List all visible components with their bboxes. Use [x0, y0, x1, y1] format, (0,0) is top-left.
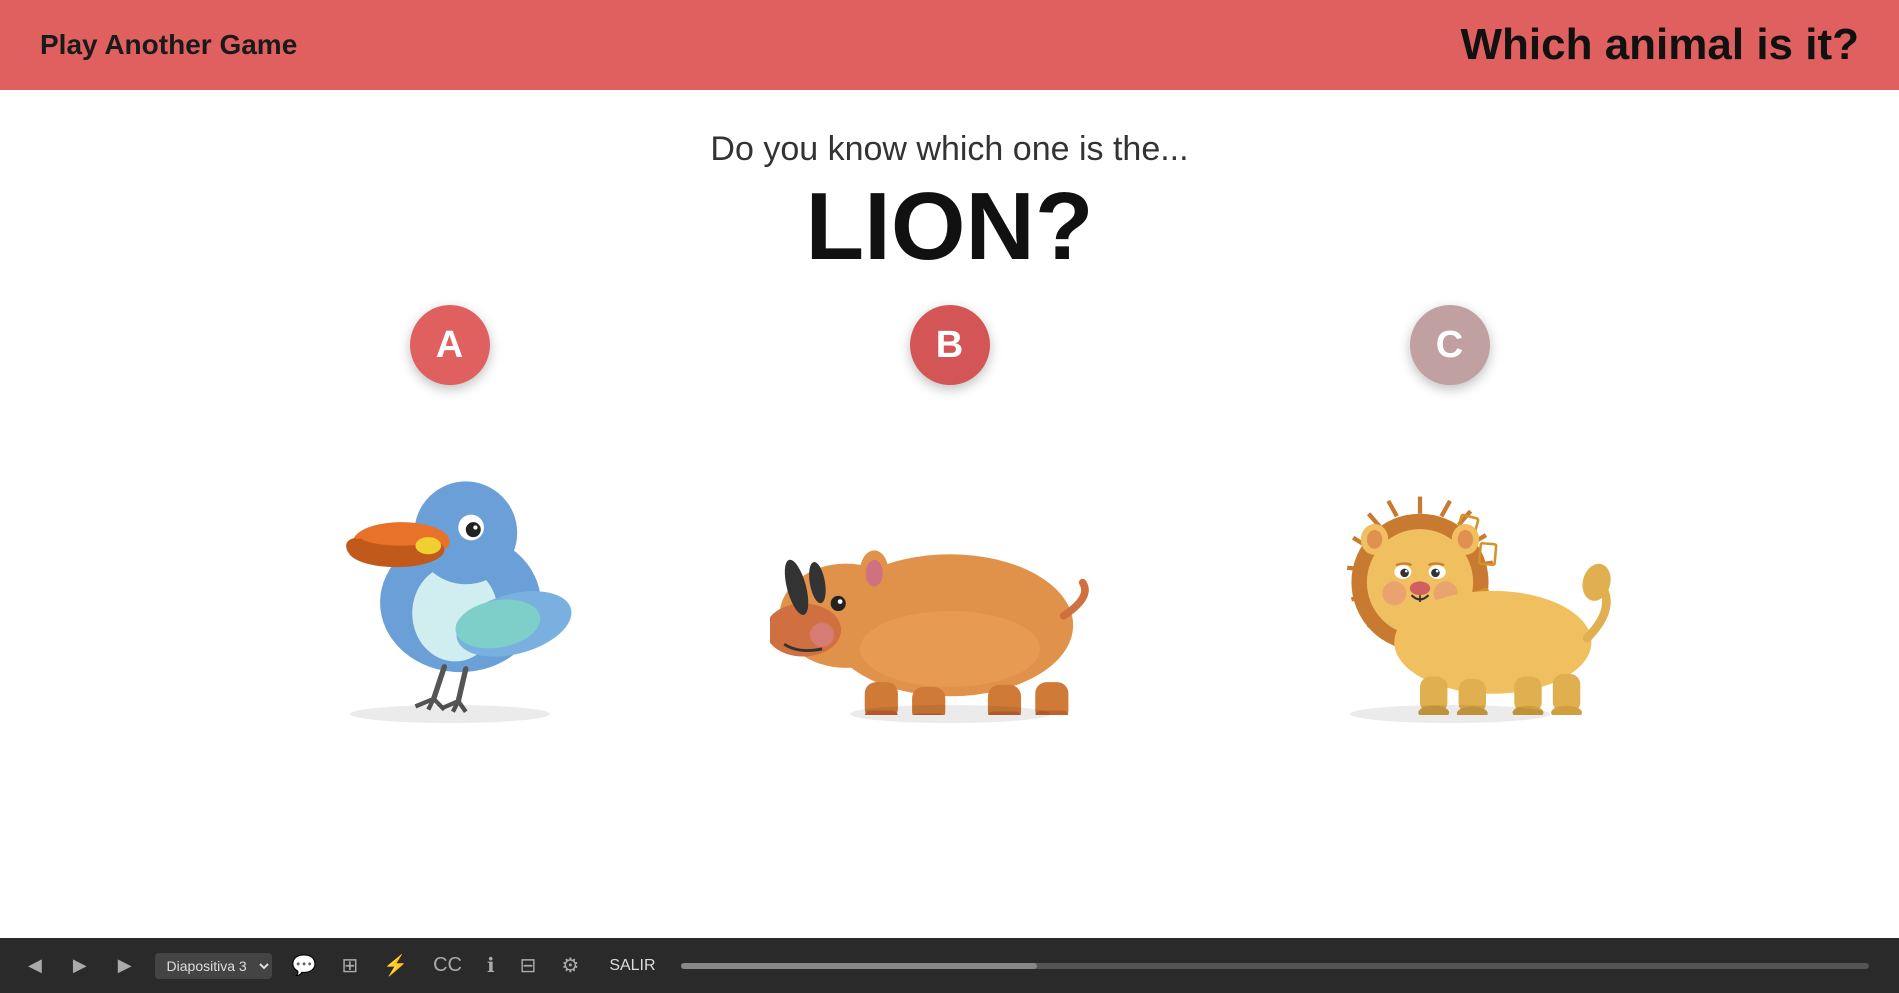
salir-button[interactable]: SALIR [609, 957, 655, 975]
caption-icon[interactable]: CC [428, 954, 467, 977]
badge-a: A [410, 305, 490, 385]
question-animal: LION? [806, 179, 1094, 275]
animal-rhino [760, 395, 1140, 715]
play-button[interactable]: ▶ [65, 951, 95, 980]
settings-icon[interactable]: ⚙ [556, 953, 584, 978]
slide-selector[interactable]: Diapositiva 3 [155, 953, 272, 979]
next-button[interactable]: ▶ [110, 951, 140, 980]
shadow-c [1350, 705, 1550, 723]
chat-icon[interactable]: 💬 [287, 953, 322, 978]
badge-b: B [910, 305, 990, 385]
progress-bar [681, 963, 1869, 969]
question-subtitle: Do you know which one is the... [710, 130, 1188, 169]
lightning-icon[interactable]: ⚡ [378, 953, 413, 978]
choice-c[interactable]: C [1240, 305, 1660, 723]
animal-toucan [260, 395, 640, 715]
choice-a[interactable]: A [240, 305, 660, 723]
shadow-a [350, 705, 550, 723]
header: Play Another Game Which animal is it? [0, 0, 1899, 90]
toolbar: ◀ ▶ ▶ Diapositiva 3 💬 ⊞ ⚡ CC ℹ ⊟ ⚙ SALIR [0, 938, 1899, 993]
info-icon[interactable]: ℹ [482, 953, 500, 978]
choices-row: A [0, 305, 1899, 723]
grid-icon[interactable]: ⊞ [336, 953, 363, 978]
main-content: Do you know which one is the... LION? A [0, 90, 1899, 938]
game-title: Which animal is it? [1461, 20, 1860, 70]
choice-b[interactable]: B [740, 305, 1160, 723]
play-another-link[interactable]: Play Another Game [40, 29, 297, 61]
animal-lion [1260, 395, 1640, 715]
progress-fill [681, 963, 1038, 969]
shadow-b [850, 705, 1050, 723]
prev-button[interactable]: ◀ [20, 951, 50, 980]
layout-icon[interactable]: ⊟ [515, 953, 542, 978]
badge-c: C [1410, 305, 1490, 385]
